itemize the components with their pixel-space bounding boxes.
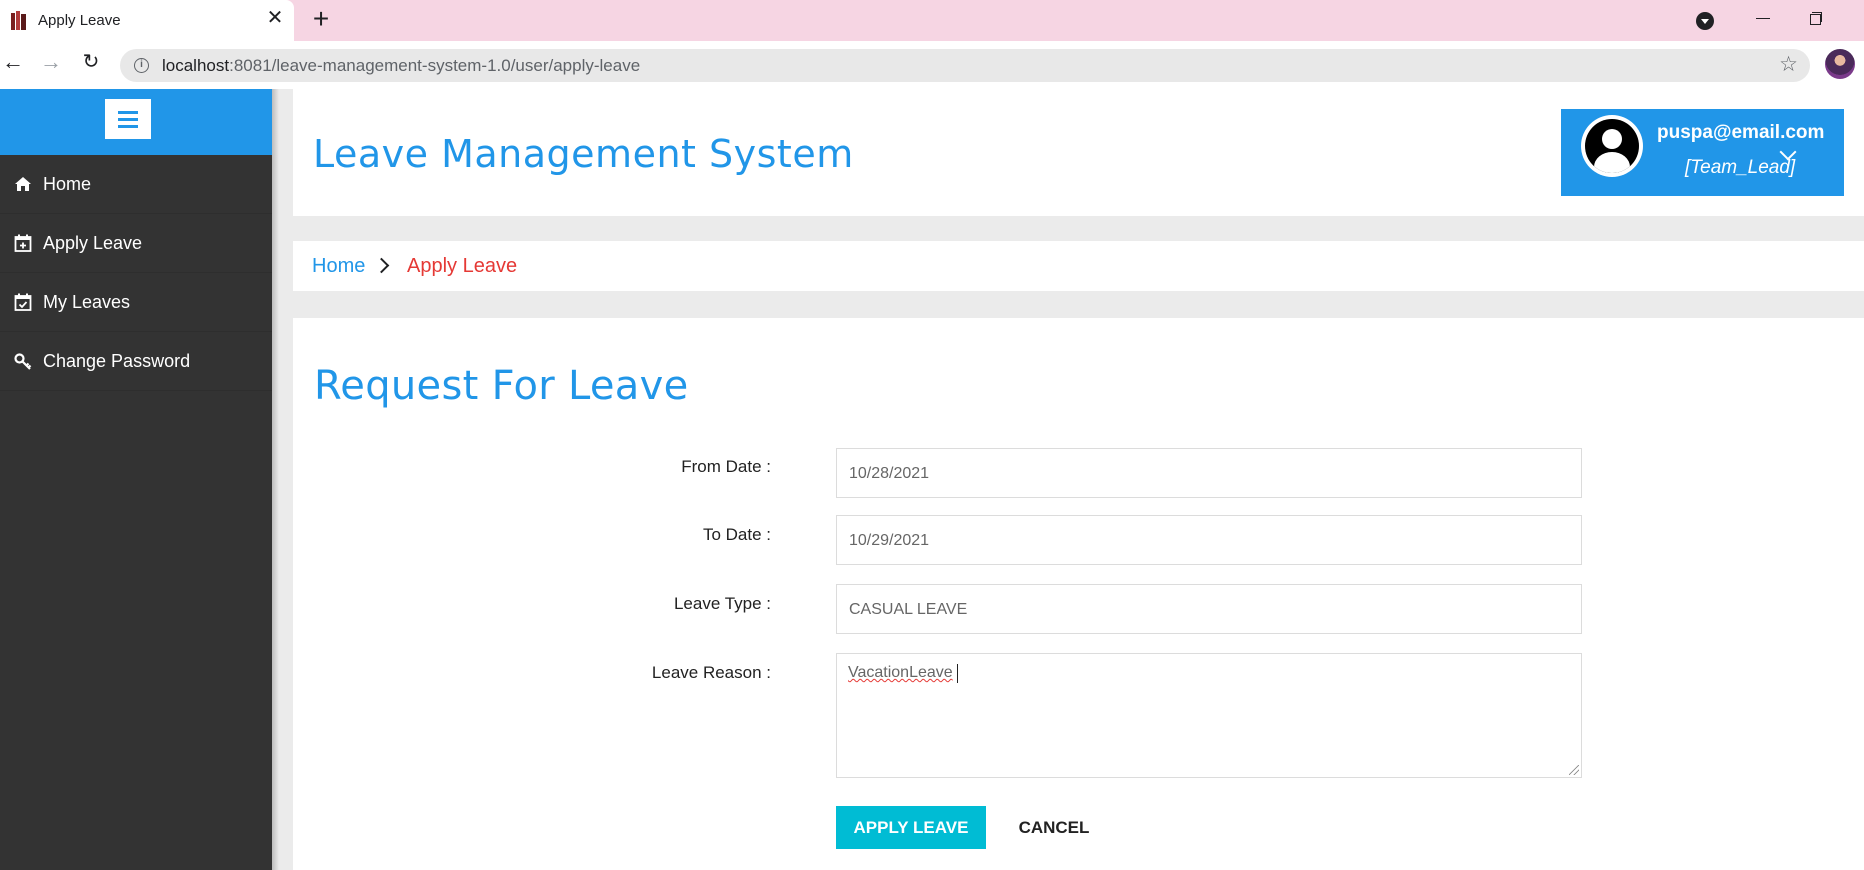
key-icon <box>14 353 32 370</box>
from-date-value: 10/28/2021 <box>849 465 930 482</box>
sidebar-item-home[interactable]: Home <box>0 155 272 214</box>
leave-reason-value: VacationLeave <box>848 664 953 681</box>
browser-toolbar: ← → ↻ i localhost:8081/leave-management-… <box>0 41 1864 89</box>
sidebar-item-label: Change Password <box>43 351 191 371</box>
apply-leave-button[interactable]: APPLY LEAVE <box>836 806 986 849</box>
reload-icon[interactable]: ↻ <box>78 49 104 75</box>
sidebar-item-my-leaves[interactable]: My Leaves <box>0 273 272 332</box>
cancel-button[interactable]: CANCEL <box>998 806 1110 849</box>
leave-reason-textarea[interactable]: VacationLeave <box>836 653 1582 778</box>
minimize-icon[interactable] <box>1750 8 1776 28</box>
url-text[interactable]: localhost:8081/leave-management-system-1… <box>162 56 640 76</box>
restore-icon[interactable] <box>1802 8 1828 28</box>
leave-type-value: CASUAL LEAVE <box>849 601 968 618</box>
sidebar-shadow <box>272 89 279 870</box>
calendar-plus-icon <box>14 234 32 252</box>
user-role: [Team_Lead] <box>1685 157 1796 178</box>
address-bar[interactable]: i localhost:8081/leave-management-system… <box>120 49 1810 82</box>
form-title: Request For Leave <box>314 363 689 409</box>
leave-type-label: Leave Type : <box>673 594 771 613</box>
close-tab-icon[interactable]: ✕ <box>265 8 285 28</box>
profile-avatar[interactable] <box>1825 49 1855 79</box>
sidebar-item-change-password[interactable]: Change Password <box>0 332 272 391</box>
calendar-check-icon <box>14 293 32 311</box>
breadcrumb-home-link[interactable]: Home <box>312 255 365 278</box>
browser-tab[interactable]: Apply Leave ✕ <box>0 0 294 41</box>
header-card: Leave Management System puspa@email.com … <box>293 89 1864 216</box>
sidebar-item-apply-leave[interactable]: Apply Leave <box>0 214 272 273</box>
to-date-label: To Date : <box>702 525 771 544</box>
user-menu[interactable]: puspa@email.com [Team_Lead] <box>1561 109 1844 196</box>
leave-type-select[interactable]: CASUAL LEAVE <box>836 584 1582 634</box>
site-info-icon[interactable]: i <box>134 58 149 73</box>
resize-handle-icon[interactable] <box>1569 765 1579 775</box>
tab-title: Apply Leave <box>38 12 121 29</box>
leave-form-card: Request For Leave From Date : 10/28/2021… <box>293 318 1864 870</box>
forward-icon[interactable]: → <box>38 49 64 75</box>
home-icon <box>15 177 31 191</box>
sidebar: Home Apply Leave My Leaves Change Passwo… <box>0 89 272 870</box>
sidebar-item-label: My Leaves <box>43 292 131 312</box>
app-title: Leave Management System <box>313 132 854 176</box>
from-date-input[interactable]: 10/28/2021 <box>836 448 1582 498</box>
back-icon[interactable]: ← <box>0 49 26 75</box>
tab-search-icon[interactable] <box>1696 12 1714 30</box>
to-date-value: 10/29/2021 <box>849 532 930 549</box>
user-email: puspa@email.com <box>1657 122 1825 143</box>
new-tab-icon[interactable]: + <box>308 5 334 33</box>
bookmark-star-icon[interactable]: ☆ <box>1779 54 1798 76</box>
leave-reason-label: Leave Reason : <box>651 663 771 682</box>
sidebar-item-label: Apply Leave <box>43 233 143 253</box>
to-date-input[interactable]: 10/29/2021 <box>836 515 1582 565</box>
from-date-label: From Date : <box>681 457 771 476</box>
breadcrumb: Home Apply Leave <box>293 241 1864 291</box>
menu-toggle-button[interactable] <box>105 99 151 139</box>
user-avatar-icon <box>1581 115 1643 177</box>
breadcrumb-current: Apply Leave <box>407 255 518 277</box>
chevron-right-icon <box>373 257 390 274</box>
text-caret <box>957 664 958 683</box>
sidebar-header <box>0 89 272 155</box>
browser-tabstrip: Apply Leave ✕ + <box>0 0 1864 41</box>
books-icon <box>11 11 26 30</box>
sidebar-item-label: Home <box>43 174 92 194</box>
